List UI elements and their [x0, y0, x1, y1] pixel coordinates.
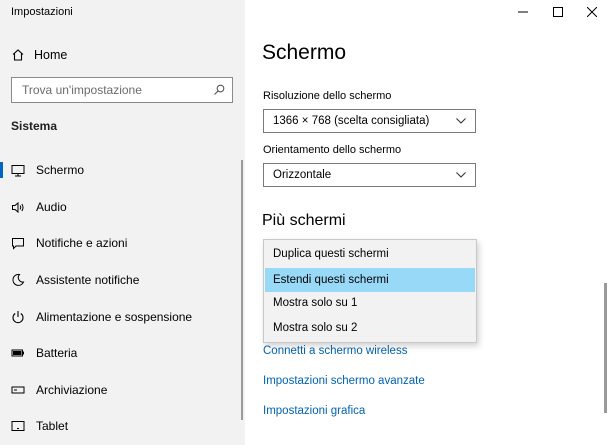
chevron-down-icon: [456, 118, 466, 124]
moon-icon: [11, 273, 25, 287]
link-advanced-display[interactable]: Impostazioni schermo avanzate: [263, 375, 425, 387]
sidebar-item-assistente[interactable]: Assistente notifiche: [0, 267, 240, 293]
sidebar-item-label: Archiviazione: [36, 383, 108, 397]
multi-display-dropdown[interactable]: Duplica questi schermi Estendi questi sc…: [263, 239, 477, 343]
orientation-label: Orientamento dello schermo: [263, 144, 402, 156]
resolution-value: 1366 × 768 (scelta consigliata): [273, 115, 430, 127]
battery-icon: [11, 346, 25, 360]
home-label: Home: [34, 48, 68, 62]
maximize-icon: [553, 7, 563, 17]
maximize-button[interactable]: [544, 3, 572, 21]
sidebar-item-label: Audio: [36, 200, 67, 214]
power-icon: [11, 310, 25, 324]
multi-display-title: Più schermi: [262, 212, 346, 229]
sidebar-item-audio[interactable]: Audio: [0, 194, 240, 220]
home-icon: [12, 49, 24, 61]
sidebar-item-batteria[interactable]: Batteria: [0, 340, 240, 366]
sidebar-item-schermo[interactable]: Schermo: [0, 157, 240, 183]
notification-icon: [11, 236, 25, 250]
sidebar-item-tablet[interactable]: Tablet: [0, 413, 240, 439]
sidebar-item-label: Notifiche e azioni: [36, 236, 128, 250]
minimize-icon: [518, 11, 528, 13]
sidebar-item-label: Schermo: [36, 163, 85, 177]
option-only-1[interactable]: Mostra solo su 1: [265, 291, 475, 315]
minimize-button[interactable]: [509, 3, 537, 21]
sidebar: Impostazioni Home Sistema Schermo Audio …: [0, 0, 245, 445]
sidebar-home[interactable]: Home: [11, 46, 67, 64]
chevron-down-icon: [456, 172, 466, 178]
option-duplicate[interactable]: Duplica questi schermi: [265, 242, 475, 266]
sidebar-item-archiviazione[interactable]: Archiviazione: [0, 377, 240, 403]
page-title: Schermo: [262, 41, 347, 64]
main-scrollbar[interactable]: [604, 283, 607, 413]
window-title: Impostazioni: [11, 6, 73, 18]
orientation-value: Orizzontale: [273, 169, 332, 181]
close-button[interactable]: [578, 3, 606, 21]
search-box[interactable]: [11, 77, 233, 103]
resolution-label: Risoluzione dello schermo: [263, 90, 392, 102]
option-only-2[interactable]: Mostra solo su 2: [265, 316, 475, 340]
close-icon: [587, 7, 597, 17]
link-graphics-settings[interactable]: Impostazioni grafica: [263, 405, 365, 417]
sidebar-item-notifiche[interactable]: Notifiche e azioni: [0, 230, 240, 256]
sidebar-item-label: Tablet: [36, 419, 69, 433]
resolution-select[interactable]: 1366 × 768 (scelta consigliata): [263, 109, 476, 133]
search-input[interactable]: [22, 83, 202, 97]
section-label: Sistema: [11, 119, 58, 133]
storage-icon: [11, 383, 25, 397]
speaker-icon: [11, 200, 25, 214]
sidebar-item-alimentazione[interactable]: Alimentazione e sospensione: [0, 304, 240, 330]
monitor-icon: [11, 163, 25, 177]
sidebar-scrollbar[interactable]: [241, 160, 243, 420]
orientation-select[interactable]: Orizzontale: [263, 163, 476, 187]
tablet-icon: [11, 419, 25, 433]
option-extend[interactable]: Estendi questi schermi: [265, 268, 475, 292]
sidebar-item-label: Assistente notifiche: [36, 273, 140, 287]
search-icon[interactable]: [213, 84, 225, 96]
sidebar-item-label: Batteria: [36, 346, 78, 360]
link-wireless-display[interactable]: Connetti a schermo wireless: [263, 345, 407, 357]
sidebar-item-label: Alimentazione e sospensione: [36, 310, 193, 324]
